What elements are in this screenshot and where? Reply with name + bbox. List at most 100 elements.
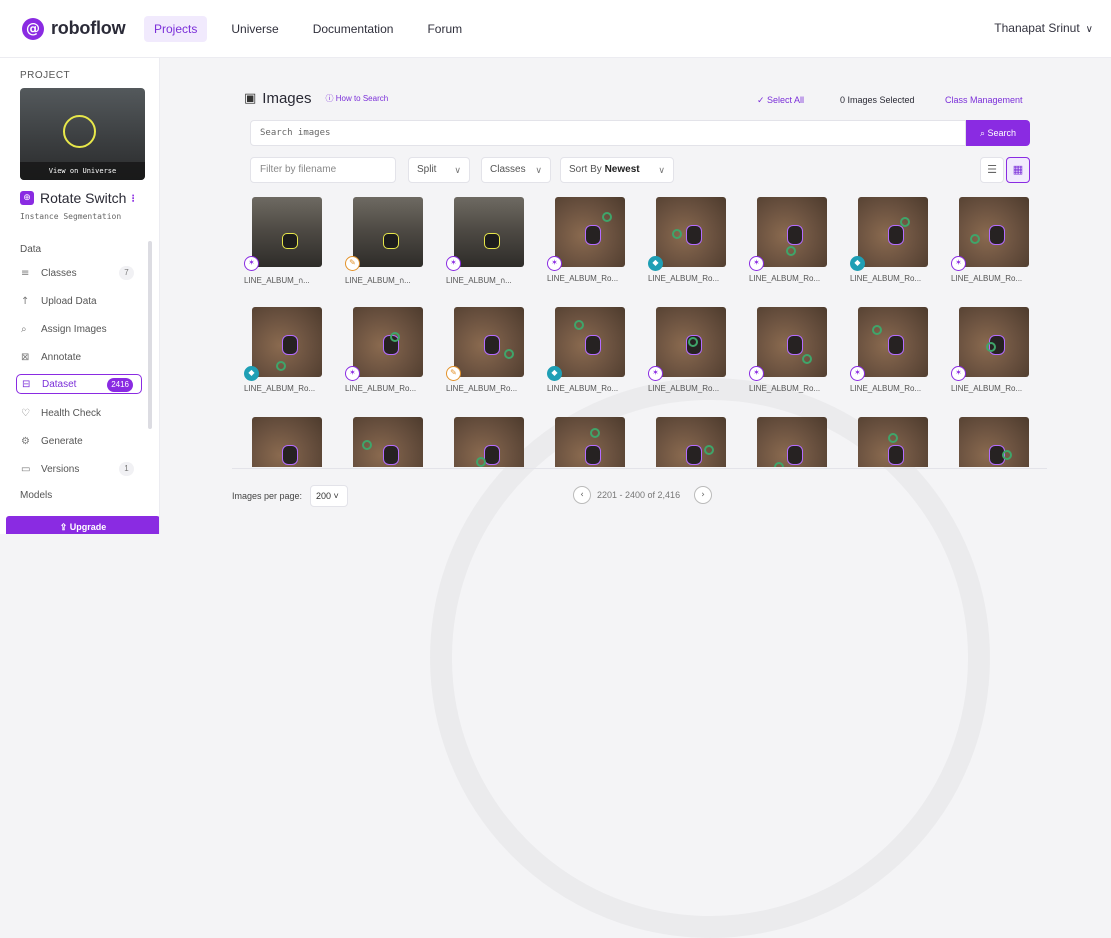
person-icon: ✶ [244, 256, 259, 271]
image-card[interactable]: ◆ LINE_ALBUM_Ro... [644, 197, 734, 297]
view-on-universe-link[interactable]: View on Universe [20, 162, 145, 180]
image-thumbnail[interactable] [454, 197, 524, 267]
image-thumbnail[interactable] [757, 197, 827, 267]
list-view-toggle[interactable]: ☰ [980, 157, 1004, 183]
image-card[interactable]: ✶ LINE_ALBUM_Ro... [745, 307, 835, 407]
selected-count: 0 Images Selected [840, 95, 915, 105]
sidebar-item-annotate[interactable]: ⊠ Annotate [16, 347, 142, 367]
image-card[interactable]: ✶ LINE_ALBUM_Ro... [745, 197, 835, 297]
sidebar-item-assign-images[interactable]: ⌕ Assign Images [16, 319, 142, 339]
split-dropdown[interactable]: Split ∨ [408, 157, 470, 183]
roboflow-logo[interactable]: @ roboflow [22, 17, 134, 40]
sidebar-scrollbar[interactable] [148, 241, 152, 429]
image-card[interactable]: ◆ LINE_ALBUM_Ro... [846, 197, 936, 297]
image-card[interactable]: ✎ LINE_ALBUM_ก... [341, 197, 431, 297]
how-to-search-link[interactable]: ⓘ How to Search [326, 93, 389, 104]
image-thumbnail[interactable] [959, 197, 1029, 267]
image-thumbnail[interactable] [252, 307, 322, 377]
image-card[interactable]: ✶ LINE_ALBUM_Ro... [543, 197, 633, 297]
pagination-footer: Images per page: 200 ˅ ‹ 2201 - 2400 of … [232, 468, 1047, 534]
image-card[interactable] [947, 417, 1037, 467]
next-page-button[interactable]: › [694, 486, 712, 504]
image-thumbnail[interactable] [252, 417, 322, 467]
upgrade-button[interactable]: ⇪ Upgrade [6, 516, 159, 534]
sidebar-item-upload-data[interactable]: ↑ Upload Data [16, 291, 142, 311]
person-icon: ✶ [648, 366, 663, 381]
sidebar-item-generate[interactable]: ⚙ Generate [16, 431, 142, 451]
image-thumbnail[interactable] [252, 197, 322, 267]
image-thumbnail[interactable] [858, 197, 928, 267]
image-card[interactable]: ✶ LINE_ALBUM_Ro... [947, 307, 1037, 407]
image-card[interactable]: ✎ LINE_ALBUM_Ro... [442, 307, 532, 407]
image-card[interactable]: ◆ LINE_ALBUM_Ro... [543, 307, 633, 407]
pencil-icon: ✎ [345, 256, 360, 271]
nav-documentation[interactable]: Documentation [303, 16, 404, 42]
user-menu[interactable]: Thanapat Srinut ∨ [994, 21, 1093, 35]
image-thumbnail[interactable] [959, 417, 1029, 467]
image-card[interactable]: ✶ LINE_ALBUM_ก... [442, 197, 532, 297]
annotated-object [888, 445, 904, 465]
sidebar-item-label: Health Check [41, 407, 102, 419]
annotated-object [787, 225, 803, 245]
image-card[interactable] [745, 417, 835, 467]
image-card[interactable]: ✶ LINE_ALBUM_Ro... [947, 197, 1037, 297]
search-button[interactable]: ⌕ Search [966, 120, 1030, 146]
shield-icon: ◆ [547, 366, 562, 381]
sort-dropdown[interactable]: Sort By Newest ∨ [560, 157, 674, 183]
project-thumbnail[interactable]: View on Universe [20, 88, 145, 180]
image-filename: LINE_ALBUM_Ro... [749, 384, 821, 393]
image-thumbnail[interactable] [353, 307, 423, 377]
image-filename: LINE_ALBUM_Ro... [749, 274, 821, 283]
image-thumbnail[interactable] [656, 417, 726, 467]
image-filename: LINE_ALBUM_Ro... [547, 384, 619, 393]
image-thumbnail[interactable] [555, 417, 625, 467]
image-thumbnail[interactable] [757, 417, 827, 467]
sidebar-item-classes[interactable]: ≡ Classes 7 [16, 263, 142, 283]
image-card[interactable]: ✶ LINE_ALBUM_Ro... [846, 307, 936, 407]
select-all-button[interactable]: ✓ Select All [757, 95, 804, 106]
image-card[interactable]: ✶ LINE_ALBUM_Ro... [341, 307, 431, 407]
nav-projects[interactable]: Projects [144, 15, 208, 42]
image-thumbnail[interactable] [555, 307, 625, 377]
image-thumbnail[interactable] [656, 197, 726, 267]
image-thumbnail[interactable] [555, 197, 625, 267]
prev-page-button[interactable]: ‹ [573, 486, 591, 504]
image-card[interactable]: ✶ LINE_ALBUM_ก... [240, 197, 330, 297]
image-thumbnail[interactable] [858, 417, 928, 467]
image-thumbnail[interactable] [959, 307, 1029, 377]
per-page-select[interactable]: 200 ˅ [310, 485, 348, 507]
image-filename: LINE_ALBUM_Ro... [648, 384, 720, 393]
annotated-object [686, 445, 702, 465]
image-thumbnail[interactable] [454, 307, 524, 377]
classes-dropdown[interactable]: Classes ∨ [481, 157, 551, 183]
image-card[interactable] [846, 417, 936, 467]
sidebar-item-label: Versions [41, 463, 80, 475]
annotated-object [282, 445, 298, 465]
image-thumbnail[interactable] [353, 197, 423, 267]
image-thumbnail[interactable] [757, 307, 827, 377]
filename-filter-input[interactable]: Filter by filename [250, 157, 396, 183]
image-card[interactable]: ✶ LINE_ALBUM_Ro... [644, 307, 734, 407]
sidebar-item-versions[interactable]: ▭ Versions 1 [16, 459, 142, 479]
sidebar-item-health-check[interactable]: ♡ Health Check [16, 403, 142, 423]
sidebar-item-dataset[interactable]: ⊟ Dataset 2416 [16, 374, 142, 394]
search-input[interactable]: Search images [250, 120, 966, 146]
more-options-icon[interactable]: ⁝ [131, 192, 135, 205]
nav-forum[interactable]: Forum [417, 16, 472, 42]
marker-ring [362, 440, 372, 450]
grid-view-toggle[interactable]: ▦ [1006, 157, 1030, 183]
image-card[interactable] [442, 417, 532, 467]
image-card[interactable] [644, 417, 734, 467]
image-thumbnail[interactable] [656, 307, 726, 377]
class-management-link[interactable]: Class Management [945, 95, 1023, 105]
image-card[interactable] [240, 417, 330, 467]
annotated-object [282, 335, 298, 355]
image-card[interactable]: ◆ LINE_ALBUM_Ro... [240, 307, 330, 407]
image-thumbnail[interactable] [454, 417, 524, 467]
nav-universe[interactable]: Universe [221, 16, 288, 42]
image-thumbnail[interactable] [858, 307, 928, 377]
image-card[interactable] [341, 417, 431, 467]
image-thumbnail[interactable] [353, 417, 423, 467]
image-card[interactable] [543, 417, 633, 467]
marker-ring [786, 246, 796, 256]
